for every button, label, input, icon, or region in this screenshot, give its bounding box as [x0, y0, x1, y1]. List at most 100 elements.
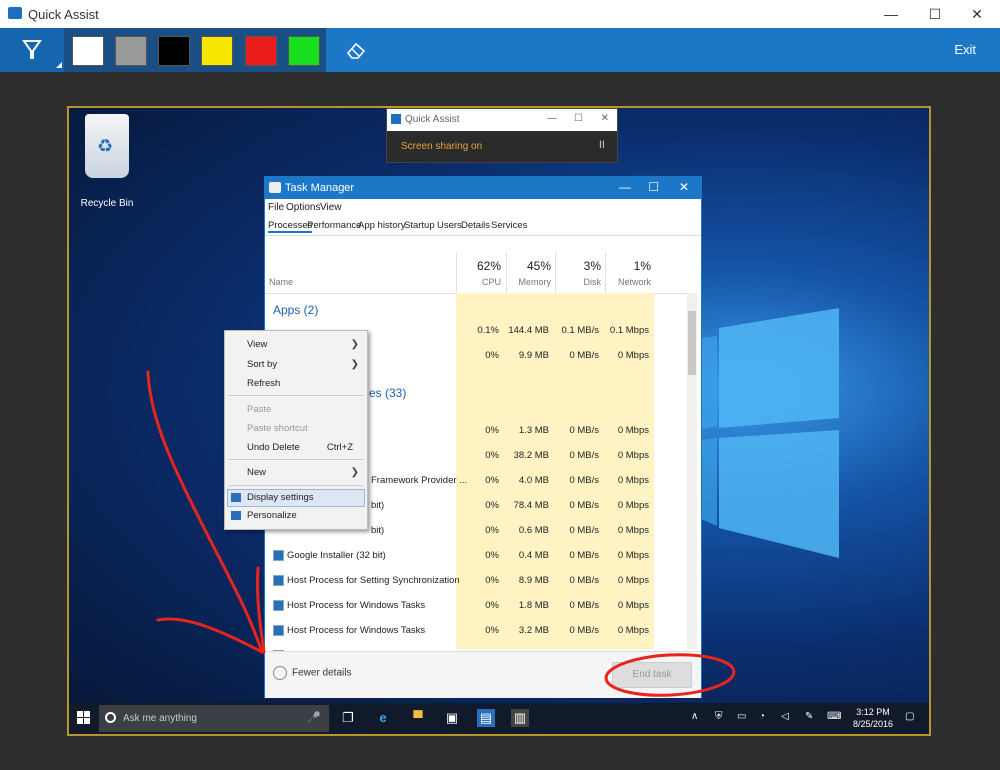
cortana-icon	[105, 712, 116, 723]
fewer-details-button[interactable]: Fewer details	[273, 666, 351, 680]
process-disk: 0.1 MB/s	[561, 325, 600, 336]
tab-performance[interactable]: Performance	[307, 220, 361, 231]
chevron-up-icon	[273, 666, 287, 680]
exit-button[interactable]: Exit	[954, 42, 976, 57]
context-refresh[interactable]: Refresh	[247, 378, 280, 389]
color-swatch-white[interactable]	[72, 36, 104, 66]
battery-icon[interactable]: ▭	[737, 711, 746, 722]
quick-assist-app-icon	[8, 7, 22, 19]
tab-startup[interactable]: Startup	[404, 220, 435, 231]
process-disk: 0 MB/s	[569, 475, 599, 486]
menu-file[interactable]: File	[268, 202, 284, 213]
tab-users[interactable]: Users	[437, 220, 462, 231]
file-explorer-icon[interactable]: ▀	[409, 709, 427, 727]
color-palette	[64, 28, 326, 72]
column-name[interactable]: Name	[269, 277, 293, 287]
group-apps[interactable]: Apps (2)	[273, 303, 318, 317]
process-net: 0 Mbps	[617, 600, 649, 611]
pen-tool-button[interactable]	[0, 28, 64, 72]
maximize-button[interactable]: ☐	[920, 4, 950, 24]
close-button[interactable]: ✕	[962, 4, 992, 24]
table-row[interactable]: Google Installer (32 bit) 0% 0.4 MB 0 MB/s 0…	[265, 544, 695, 568]
process-cpu: 0%	[485, 500, 499, 511]
color-swatch-green[interactable]	[288, 36, 320, 66]
task-manager-menubar: File Options View	[265, 199, 701, 217]
microphone-icon[interactable]: 🎤	[307, 711, 321, 724]
process-mem: 3.2 MB	[518, 625, 549, 636]
table-row[interactable]: Host Process for Windows Tasks 0% 1.8 MB 0 …	[265, 594, 695, 618]
column-memory[interactable]: Memory	[505, 277, 551, 287]
context-view[interactable]: View	[247, 339, 267, 350]
shared-screen[interactable]: Recycle Bin Quick Assist — ☐ ✕ Screen sh…	[67, 106, 931, 736]
tab-details[interactable]: Details	[461, 220, 490, 231]
menu-view[interactable]: View	[320, 202, 342, 213]
tab-app-history[interactable]: App history	[358, 220, 406, 231]
context-new[interactable]: New	[247, 467, 266, 478]
group-background-processes[interactable]: es (33)	[369, 386, 406, 400]
task-manager-tabs: Processes Performance App history Startu…	[265, 217, 701, 236]
tray-chevron-icon[interactable]: ∧	[691, 711, 698, 722]
process-cpu: 0%	[485, 575, 499, 586]
remote-minimize-icon[interactable]: —	[547, 113, 557, 124]
tm-close-icon[interactable]: ✕	[679, 180, 689, 194]
clock-date: 8/25/2016	[853, 719, 894, 729]
process-mem: 1.3 MB	[518, 425, 549, 436]
wifi-icon[interactable]: ◔	[759, 711, 765, 722]
context-undo-delete[interactable]: Undo Delete	[247, 442, 300, 453]
cortana-search-box[interactable]: Ask me anything 🎤	[99, 705, 329, 732]
network-percent: 1%	[633, 259, 651, 273]
end-task-button[interactable]: End task	[612, 662, 692, 688]
remote-close-icon[interactable]: ✕	[601, 113, 609, 124]
tab-services[interactable]: Services	[491, 220, 527, 231]
color-swatch-yellow[interactable]	[201, 36, 233, 66]
scrollbar-thumb[interactable]	[688, 311, 696, 375]
edge-browser-icon[interactable]: e	[374, 709, 392, 727]
color-swatch-red[interactable]	[245, 36, 277, 66]
process-name: Host Process for Setting Synchronization	[287, 575, 460, 586]
clock[interactable]: 3:12 PM 8/25/2016	[853, 706, 893, 730]
task-manager-titlebar: Task Manager — ☐ ✕	[265, 177, 701, 199]
volume-icon[interactable]: ◁	[781, 711, 789, 722]
color-swatch-gray[interactable]	[115, 36, 147, 66]
context-paste-shortcut[interactable]: Paste shortcut	[247, 423, 308, 434]
column-cpu[interactable]: CPU	[455, 277, 501, 287]
defender-icon[interactable]: ⛨	[715, 711, 723, 722]
process-cpu: 0%	[485, 525, 499, 536]
action-center-icon[interactable]: ▢	[905, 711, 914, 722]
eraser-button[interactable]	[345, 40, 369, 65]
table-row[interactable]: Host Process for Windows Tasks 0% 3.2 MB 0 …	[265, 619, 695, 643]
pen-workspace-icon[interactable]: ✎	[805, 711, 813, 722]
tm-maximize-icon[interactable]: ☐	[648, 180, 659, 194]
process-cpu: 0%	[485, 350, 499, 361]
process-icon	[273, 550, 284, 561]
color-swatch-black[interactable]	[158, 36, 190, 66]
remote-desktop: Recycle Bin Quick Assist — ☐ ✕ Screen sh…	[69, 108, 929, 734]
store-icon[interactable]: ▣	[443, 709, 461, 727]
process-mem: 9.9 MB	[518, 350, 549, 361]
column-network[interactable]: Network	[605, 277, 651, 287]
remote-maximize-icon[interactable]: ☐	[574, 113, 583, 124]
process-cpu: 0%	[485, 475, 499, 486]
task-manager-taskbar-icon[interactable]: ▥	[511, 709, 529, 727]
process-cpu: 0%	[485, 600, 499, 611]
minimize-button[interactable]: —	[876, 4, 906, 24]
table-row[interactable]: Host Process for Setting Synchronization…	[265, 569, 695, 593]
process-cpu: 0%	[485, 625, 499, 636]
process-net: 0 Mbps	[617, 425, 649, 436]
process-disk: 0 MB/s	[569, 525, 599, 536]
task-view-icon[interactable]: ❐	[339, 709, 357, 727]
menu-options[interactable]: Options	[286, 202, 320, 213]
pause-sharing-button[interactable]: II	[599, 139, 605, 151]
column-disk[interactable]: Disk	[555, 277, 602, 287]
tm-minimize-icon[interactable]: —	[619, 180, 631, 194]
keyboard-icon[interactable]: ⌨	[827, 711, 841, 722]
recycle-bin-icon[interactable]: Recycle Bin	[77, 114, 137, 209]
context-paste[interactable]: Paste	[247, 404, 271, 415]
process-list-scrollbar[interactable]	[687, 293, 697, 649]
context-sort-by[interactable]: Sort by	[247, 359, 277, 370]
context-display-settings[interactable]: Display settings	[247, 492, 314, 503]
quick-assist-taskbar-icon[interactable]: ▤	[477, 709, 495, 727]
context-personalize[interactable]: Personalize	[247, 510, 297, 521]
start-button[interactable]	[77, 711, 91, 725]
tab-processes[interactable]: Processes	[268, 220, 313, 233]
